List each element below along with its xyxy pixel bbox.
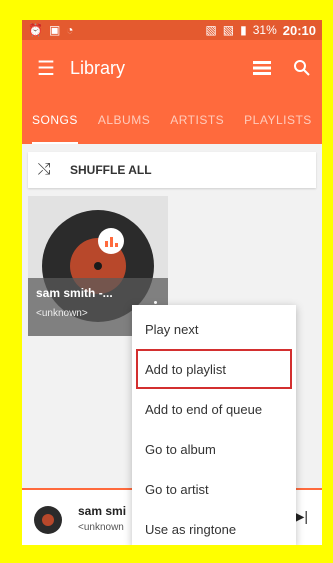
app-bar: ☰ Library (22, 40, 322, 96)
battery-percent: 31% (252, 23, 277, 37)
clock: 20:10 (282, 22, 316, 38)
status-bar: ⏰ ▣ ◔ ▧ ▧ ▮ 31% 20:10 (22, 20, 322, 40)
tab-artists[interactable]: ARTISTS (160, 96, 234, 144)
tab-bar: SONGS ALBUMS ARTISTS PLAYLISTS (22, 96, 322, 144)
shuffle-all-button[interactable]: ⤭ SHUFFLE ALL (28, 152, 316, 188)
equalizer-icon (98, 228, 124, 254)
tab-songs[interactable]: SONGS (22, 96, 88, 144)
shuffle-all-label: SHUFFLE ALL (70, 163, 152, 177)
search-icon[interactable] (282, 40, 322, 96)
menu-icon[interactable]: ☰ (22, 40, 70, 96)
menu-item-go-to-album[interactable]: Go to album (132, 429, 296, 469)
context-menu: Play next Add to playlist Add to end of … (132, 305, 296, 545)
battery-icon: ▮ (240, 23, 247, 37)
menu-item-add-to-playlist[interactable]: Add to playlist (136, 349, 292, 389)
wifi-icon: ◔ (66, 23, 74, 37)
no-sim-icon: ▧ (205, 23, 217, 37)
image-icon: ▣ (48, 23, 61, 37)
phone-screen: ⏰ ▣ ◔ ▧ ▧ ▮ 31% 20:10 ☰ Library SONGS AL… (22, 20, 322, 545)
page-title: Library (70, 57, 126, 78)
alarm-icon: ⏰ (28, 23, 43, 37)
menu-item-play-next[interactable]: Play next (132, 309, 296, 349)
now-playing-title: sam smi (78, 504, 127, 518)
now-playing-art (34, 506, 62, 534)
song-title: sam smith -... (36, 286, 113, 300)
no-sim-icon: ▧ (222, 23, 235, 37)
tab-albums[interactable]: ALBUMS (88, 96, 160, 144)
shuffle-icon: ⤭ (37, 161, 51, 178)
menu-item-use-as-ringtone[interactable]: Use as ringtone (132, 509, 296, 545)
tab-playlists[interactable]: PLAYLISTS (234, 96, 322, 144)
menu-item-go-to-artist[interactable]: Go to artist (132, 469, 296, 509)
menu-item-add-to-end-of-queue[interactable]: Add to end of queue (132, 389, 296, 429)
view-list-icon[interactable] (242, 40, 282, 96)
now-playing-artist: <unknown (78, 522, 124, 533)
song-artist: <unknown> (36, 308, 88, 319)
